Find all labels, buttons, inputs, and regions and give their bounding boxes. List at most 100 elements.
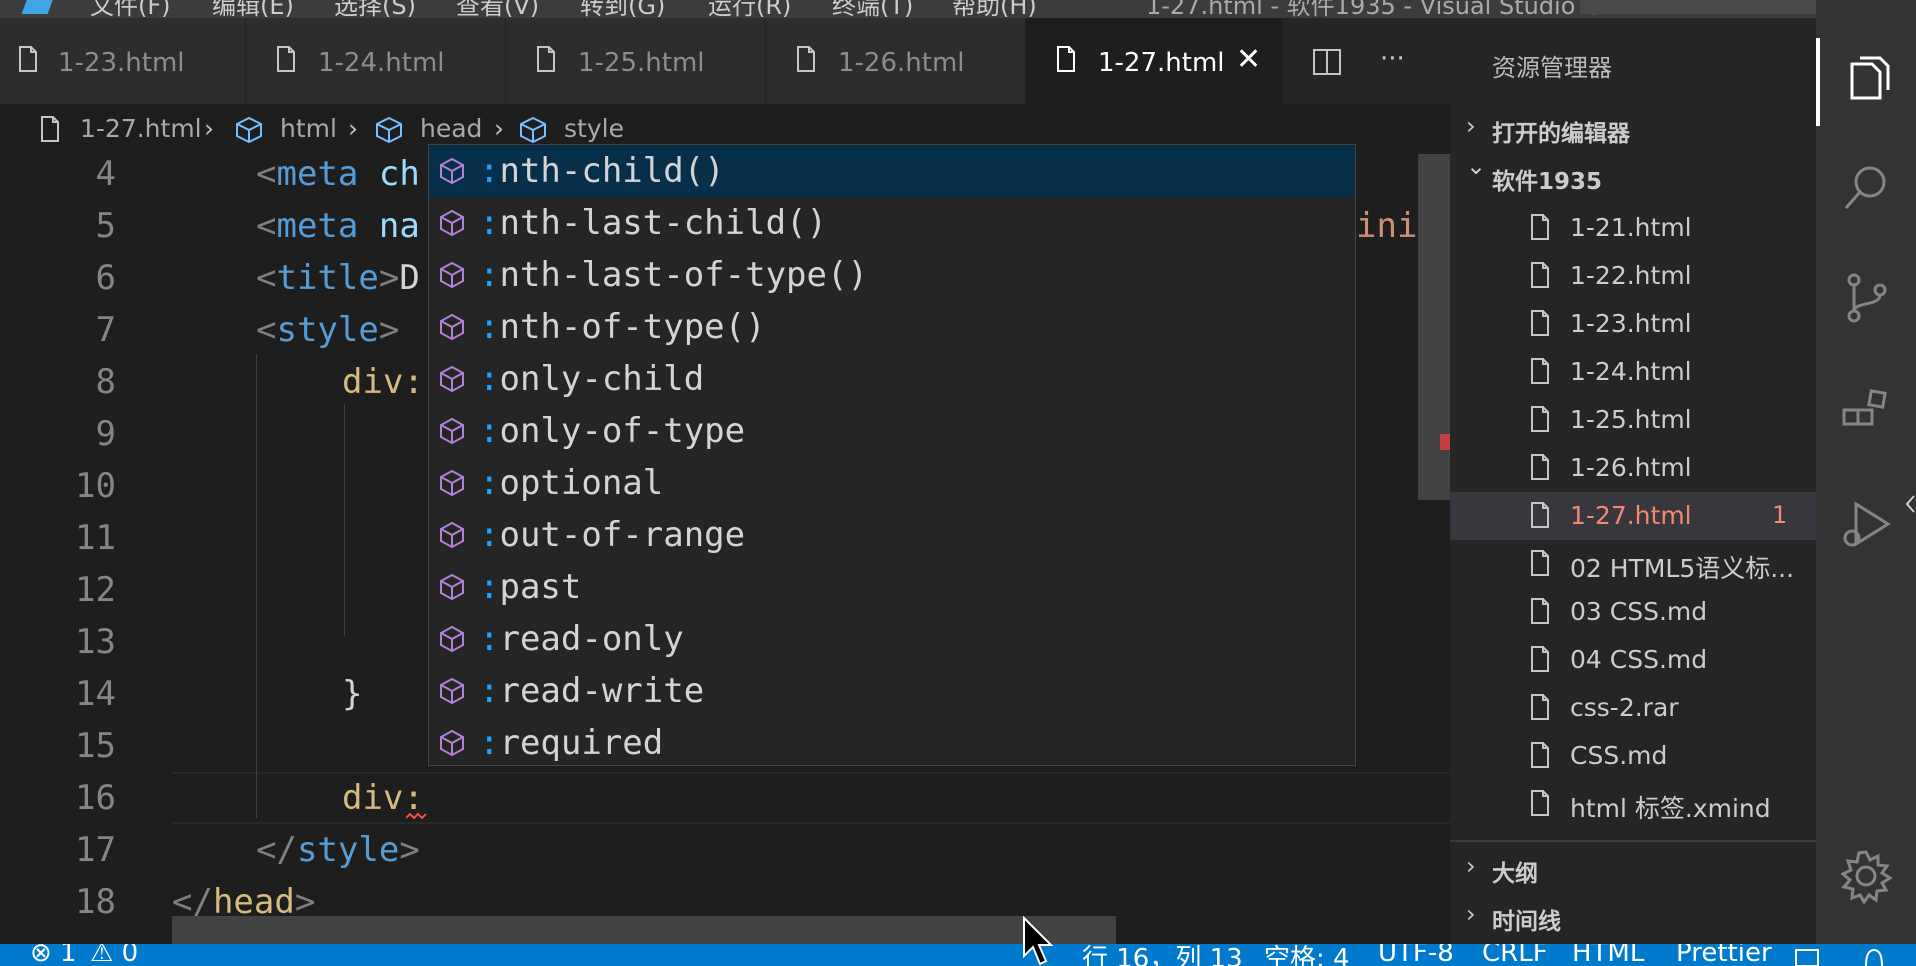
horizontal-scrollbar[interactable]	[172, 916, 1116, 944]
file-item[interactable]: 1-23.html	[1450, 300, 1816, 348]
file-item[interactable]: 03 CSS.md	[1450, 588, 1816, 636]
vertical-scrollbar[interactable]	[1418, 154, 1450, 500]
breadcrumb-head[interactable]: head	[420, 114, 482, 143]
chevron-right-icon: ›	[1466, 900, 1476, 928]
mouse-pointer-icon	[1023, 916, 1054, 966]
suggestion-item[interactable]: :nth-last-child()	[429, 197, 1355, 249]
suggestion-item[interactable]: :nth-of-type()	[429, 301, 1355, 353]
file-item[interactable]: 1-21.html	[1450, 204, 1816, 252]
folder-section[interactable]: ⌄ 软件1935	[1450, 152, 1816, 198]
code-line-7: <style>	[256, 310, 400, 350]
breadcrumb-file[interactable]: 1-27.html	[80, 114, 202, 143]
file-item-active[interactable]: 1-27.html 1	[1450, 492, 1816, 540]
menu-view[interactable]: 查看(V)	[456, 0, 539, 18]
menu-file[interactable]: 文件(F)	[90, 0, 171, 18]
suggestion-label: :nth-last-of-type()	[479, 255, 868, 295]
menu-edit[interactable]: 编辑(E)	[212, 0, 294, 18]
gear-icon[interactable]	[1838, 848, 1894, 904]
line-number: 17	[75, 830, 116, 870]
file-item[interactable]: css-2.rar	[1450, 684, 1816, 732]
property-cube-icon	[440, 625, 464, 653]
outline-section[interactable]: › 大纲	[1450, 844, 1816, 890]
file-item[interactable]: CSS.md	[1450, 732, 1816, 780]
tab-label: 1-24.html	[318, 48, 445, 78]
file-icon	[19, 46, 37, 72]
suggestion-item[interactable]: :optional	[429, 457, 1355, 509]
tab-1-27-html[interactable]: 1-27.html ✕	[1026, 18, 1284, 104]
suggestion-label: :read-write	[479, 671, 705, 711]
split-editor-icon[interactable]	[1312, 48, 1342, 76]
line-number: 13	[75, 622, 116, 662]
suggestion-label: :only-child	[479, 359, 705, 399]
file-item[interactable]: 1-25.html	[1450, 396, 1816, 444]
file-name: CSS.md	[1570, 741, 1668, 770]
property-cube-icon	[440, 365, 464, 393]
suggestion-item[interactable]: :only-child	[429, 353, 1355, 405]
property-cube-icon	[440, 729, 464, 757]
chevron-left-icon[interactable]	[1904, 494, 1916, 514]
file-item[interactable]: 04 CSS.md	[1450, 636, 1816, 684]
file-item[interactable]: html 标签.xmind	[1450, 780, 1816, 828]
explorer-files-icon[interactable]	[1838, 50, 1894, 106]
property-cube-icon	[440, 209, 464, 237]
extensions-icon[interactable]	[1838, 386, 1894, 442]
open-editors-section[interactable]: › 打开的编辑器	[1450, 104, 1816, 150]
suggestion-item[interactable]: :nth-child()	[429, 145, 1355, 197]
bell-icon[interactable]	[1862, 948, 1886, 966]
menu-terminal[interactable]: 终端(T)	[832, 0, 913, 18]
close-tab-icon[interactable]: ✕	[1236, 42, 1261, 77]
search-icon[interactable]	[1838, 160, 1894, 216]
file-item[interactable]: 1-24.html	[1450, 348, 1816, 396]
indentation[interactable]: 空格: 4	[1264, 944, 1350, 966]
run-debug-icon[interactable]	[1838, 496, 1894, 552]
suggestion-item[interactable]: :read-only	[429, 613, 1355, 665]
menu-bar: 文件(F) 编辑(E) 选择(S) 查看(V) 转到(G) 运行(R) 终端(T…	[0, 0, 1916, 18]
tab-1-25-html[interactable]: 1-25.html	[506, 18, 766, 104]
encoding[interactable]: UTF-8	[1378, 944, 1454, 966]
file-icon	[797, 46, 815, 72]
cursor-position[interactable]: 行 16，列 13	[1082, 944, 1243, 966]
line-ending[interactable]: CRLF	[1482, 944, 1548, 966]
line-number: 18	[75, 882, 116, 922]
breadcrumb-style[interactable]: style	[564, 114, 624, 143]
suggestion-item[interactable]: :read-write	[429, 665, 1355, 717]
menu-go[interactable]: 转到(G)	[580, 0, 665, 18]
line-number: 7	[95, 310, 116, 350]
suggestion-item[interactable]: :out-of-range	[429, 509, 1355, 561]
formatter[interactable]: Prettier	[1676, 944, 1772, 966]
file-name: 1-23.html	[1570, 309, 1692, 338]
menu-run[interactable]: 运行(R)	[708, 0, 791, 18]
suggestion-label: :nth-of-type()	[479, 307, 766, 347]
menu-selection[interactable]: 选择(S)	[334, 0, 416, 18]
tab-1-26-html[interactable]: 1-26.html	[766, 18, 1026, 104]
symbol-structure-icon	[376, 116, 402, 144]
file-item[interactable]: 1-26.html	[1450, 444, 1816, 492]
source-control-icon[interactable]	[1838, 270, 1894, 326]
menu-help[interactable]: 帮助(H)	[952, 0, 1037, 18]
chevron-right-icon: ›	[204, 114, 214, 143]
suggestion-label: :past	[479, 567, 582, 607]
ellipsis-icon[interactable]: ···	[1380, 44, 1405, 74]
suggestion-widget[interactable]: :nth-child() :nth-last-child() :nth-last…	[428, 144, 1356, 766]
breadcrumb-html[interactable]: html	[280, 114, 337, 143]
suggestion-item[interactable]: :only-of-type	[429, 405, 1355, 457]
line-number: 15	[75, 726, 116, 766]
suggestion-item[interactable]: :past	[429, 561, 1355, 613]
timeline-section[interactable]: › 时间线	[1450, 892, 1816, 938]
suggestion-item[interactable]: :required	[429, 717, 1355, 769]
warnings-indicator[interactable]: ⚠ 0	[90, 944, 138, 966]
file-item[interactable]: 02 HTML5语义标...	[1450, 540, 1816, 588]
symbol-structure-icon	[520, 116, 546, 144]
line-number: 16	[75, 778, 116, 818]
file-item[interactable]: 1-22.html	[1450, 252, 1816, 300]
file-icon	[1531, 742, 1549, 768]
suggestion-item[interactable]: :nth-last-of-type()	[429, 249, 1355, 301]
tab-1-24-html[interactable]: 1-24.html	[246, 18, 506, 104]
suggestion-label: :read-only	[479, 619, 684, 659]
language-mode[interactable]: HTML	[1572, 944, 1644, 966]
window-title: 1-27.html - 软件1935 - Visual Studio C	[1146, 0, 1600, 18]
tab-1-23-html[interactable]: 1-23.html	[0, 18, 246, 104]
file-icon	[1531, 550, 1549, 576]
errors-indicator[interactable]: ⊗ 1	[30, 944, 77, 966]
feedback-icon[interactable]	[1794, 948, 1820, 966]
